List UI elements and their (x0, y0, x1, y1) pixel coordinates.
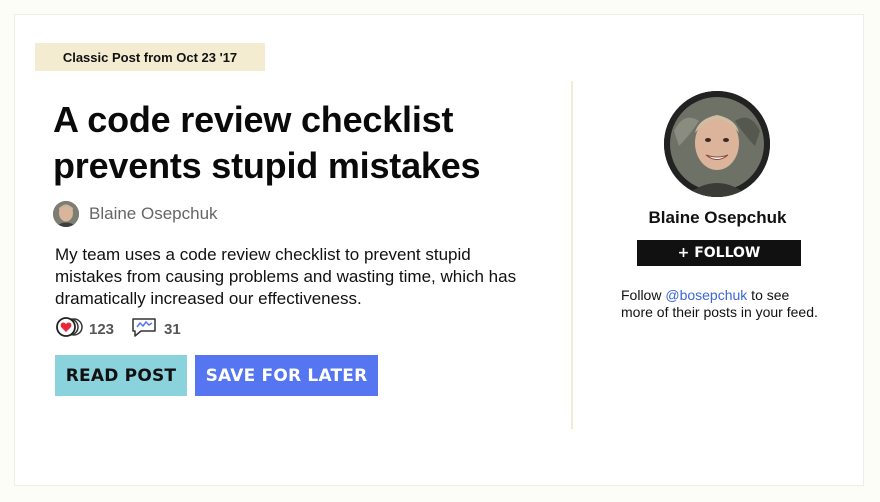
follow-prompt: Follow @bosepchuk to see more of their p… (621, 287, 821, 321)
comment-icon (130, 316, 158, 343)
profile-name[interactable]: Blaine Osepchuk (615, 208, 820, 228)
column-divider (571, 81, 573, 429)
follow-button[interactable]: + FOLLOW (637, 240, 801, 266)
reactions-stat: 123 (55, 316, 114, 343)
save-for-later-button[interactable]: SAVE FOR LATER (195, 355, 378, 396)
comments-stat: 31 (130, 316, 181, 343)
reactions-count: 123 (89, 320, 115, 338)
author-row[interactable]: Blaine Osepchuk (53, 200, 218, 228)
post-description: My team uses a code review checklist to … (55, 245, 517, 308)
comments-count: 31 (164, 320, 181, 338)
classic-post-badge: Classic Post from Oct 23 '17 (35, 43, 265, 71)
post-title[interactable]: A code review checklist prevents stupid … (53, 97, 553, 189)
author-avatar[interactable] (53, 201, 79, 227)
read-post-button[interactable]: READ POST (55, 355, 187, 396)
user-handle-link[interactable]: @bosepchuk (665, 287, 747, 303)
follow-prompt-prefix: Follow (621, 287, 666, 303)
badge-label: Classic Post from Oct 23 '17 (62, 49, 238, 65)
author-name[interactable]: Blaine Osepchuk (89, 204, 218, 224)
post-stats: 123 31 (55, 316, 197, 343)
post-card: Classic Post from Oct 23 '17 A code revi… (14, 14, 864, 486)
profile-avatar[interactable] (664, 91, 770, 197)
heart-icon (55, 316, 83, 343)
